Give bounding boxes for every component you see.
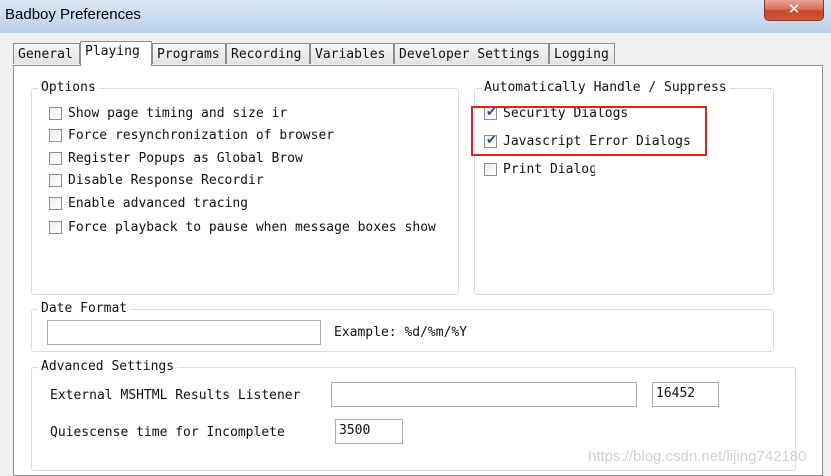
tab-programs[interactable]: Programs <box>152 43 226 64</box>
date-format-input[interactable] <box>47 320 321 345</box>
checkbox-force-resync[interactable]: Force resynchronization of browser <box>49 128 359 146</box>
checkbox-box[interactable] <box>49 221 62 234</box>
checkbox-box[interactable] <box>49 174 62 187</box>
listener-host-input[interactable] <box>331 382 637 407</box>
window-title: Badboy Preferences <box>5 6 141 23</box>
tab-general[interactable]: General <box>13 43 80 64</box>
checkbox-label: Show page timing and size ir <box>68 106 288 121</box>
tab-developer-settings[interactable]: Developer Settings <box>394 43 549 64</box>
checkbox-box[interactable] <box>49 197 62 210</box>
options-group: Options Show page timing and size ir For… <box>31 80 459 295</box>
quiescence-input[interactable]: 3500 <box>335 419 403 444</box>
tab-label: Variables <box>315 47 386 62</box>
checkbox-register-popups[interactable]: Register Popups as Global Brow <box>49 151 311 169</box>
checkbox-label: Print Dialoɡ <box>503 162 595 177</box>
listener-label: External MSHTML Results Listener <box>50 388 301 403</box>
tab-variables[interactable]: Variables <box>310 43 394 64</box>
checkbox-label: Force playback to pause when message box… <box>68 220 436 235</box>
dialog-client-area: General Playing Programs Recording Varia… <box>0 33 831 476</box>
tab-label: Developer Settings <box>399 47 540 62</box>
tab-logging[interactable]: Logging <box>549 43 615 64</box>
tab-playing[interactable]: Playing <box>80 41 152 66</box>
date-format-example: Example: %d/%m/%Y <box>334 325 468 340</box>
checkbox-label: Force resynchronization of browser <box>68 128 335 143</box>
close-icon: ✕ <box>787 0 801 18</box>
options-legend: Options <box>38 80 99 95</box>
date-format-group: Date Format Example: %d/%m/%Y <box>31 301 774 352</box>
tab-label: Programs <box>157 47 220 62</box>
advanced-settings-legend: Advanced Settings <box>38 359 178 374</box>
tab-recording[interactable]: Recording <box>226 43 310 64</box>
tab-label: Logging <box>554 47 609 62</box>
checkbox-box[interactable] <box>484 163 497 176</box>
red-highlight-box <box>471 106 707 156</box>
quiescence-label: Quiescense time for Incomplete <box>50 425 285 440</box>
watermark: https://blog.csdn.net/lijing742180 <box>588 448 807 465</box>
checkbox-disable-response-recording[interactable]: Disable Response Recordir <box>49 173 265 191</box>
title-bar[interactable]: Badboy Preferences ✕ <box>0 0 831 33</box>
close-button[interactable]: ✕ <box>764 0 824 21</box>
tab-label: Playing <box>85 44 140 59</box>
tab-label: Recording <box>231 47 302 62</box>
checkbox-label: Register Popups as Global Brow <box>68 151 303 166</box>
checkbox-print-dialogs[interactable]: Print Dialoɡ <box>484 162 604 180</box>
checkbox-box[interactable] <box>49 129 62 142</box>
checkbox-label: Enable advanced tracing <box>68 196 249 211</box>
checkbox-show-page-timing[interactable]: Show page timing and size ir <box>49 106 289 124</box>
checkbox-box[interactable] <box>49 152 62 165</box>
listener-port-input[interactable]: 16452 <box>652 382 719 407</box>
date-format-legend: Date Format <box>38 301 131 316</box>
auto-handle-legend: Automatically Handle / Suppress <box>481 80 730 95</box>
checkbox-box[interactable] <box>49 107 62 120</box>
checkbox-label: Disable Response Recordir <box>68 173 264 188</box>
tab-label: General <box>18 47 73 62</box>
checkbox-advanced-tracing[interactable]: Enable advanced tracing <box>49 196 269 214</box>
checkbox-force-playback-pause[interactable]: Force playback to pause when message box… <box>49 220 449 238</box>
